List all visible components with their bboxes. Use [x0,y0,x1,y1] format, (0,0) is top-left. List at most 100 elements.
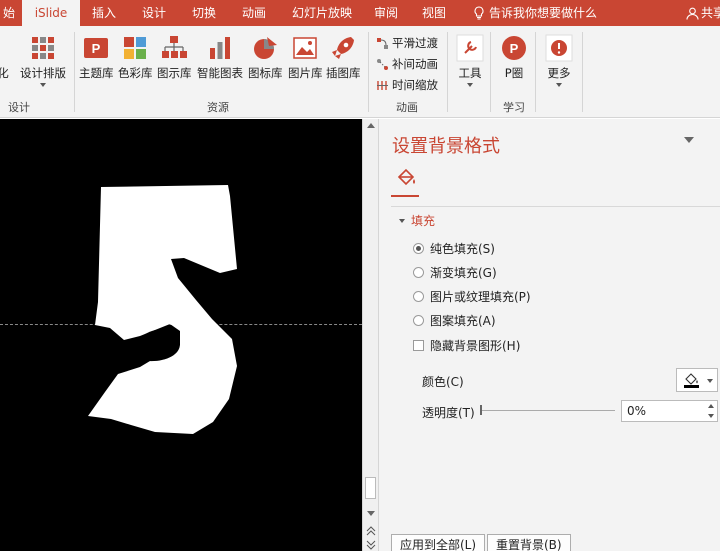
picture-fill-label: 图片或纹理填充(P) [430,290,531,304]
more-label: 更多 [547,66,571,80]
theme-library-button[interactable]: P 主题库 [79,34,114,81]
fill-section-header[interactable]: 填充 [399,212,435,229]
ribbon-separator [535,32,536,112]
layout-icon [0,34,10,62]
ribbon-partial-label: 化 [0,66,9,80]
tween-icon [377,59,388,70]
lightbulb-icon [474,6,484,20]
rocket-icon [332,37,355,59]
design-layout-button[interactable]: 设计排版 [20,34,66,87]
radio-selected-icon [413,243,424,254]
smooth-transition-button[interactable]: 平滑过渡 [376,34,438,52]
pie-icon [254,37,278,59]
scroll-up-icon[interactable] [367,123,375,128]
powerpoint-icon: P [84,38,109,58]
bar-chart-icon [210,37,230,59]
icon-library-button[interactable]: 图标库 [248,34,283,81]
tab-design[interactable]: 设计 [134,0,174,26]
p-circle-button[interactable]: P P圈 [500,34,528,81]
ribbon-partial-button[interactable]: 化 [0,34,10,81]
more-button[interactable]: 更多 [545,34,573,87]
smooth-transition-icon [377,38,388,49]
paint-bucket-icon [684,373,699,388]
tools-icon [456,34,484,62]
scrollbar-thumb[interactable] [365,477,376,499]
apply-to-all-button[interactable]: 应用到全部(L) [391,534,486,551]
ribbon-tab-bar: 始 iSlide 插入 设计 切换 动画 幻灯片放映 审阅 视图 告诉我你想要做… [0,0,720,26]
pattern-fill-radio[interactable]: 图案填充(A) [413,312,496,329]
tab-review[interactable]: 审阅 [366,0,406,26]
slide-canvas[interactable] [0,119,362,551]
next-slide-icon[interactable] [366,540,376,550]
ribbon: 化 设计排版 设计 P 主题库 色彩库 图示库 智能图表 图标库 图片库 插图库 [0,26,720,118]
picture-library-label: 图片库 [288,66,323,80]
group-label-resources: 资源 [207,101,229,114]
previous-slide-icon[interactable] [366,526,376,536]
fill-section-label: 填充 [411,214,436,228]
vertical-scrollbar[interactable] [362,119,378,551]
tab-transitions[interactable]: 切换 [184,0,224,26]
spin-down-icon[interactable] [708,414,714,418]
tween-animation-button[interactable]: 补间动画 [376,55,438,73]
tab-insert[interactable]: 插入 [84,0,124,26]
gradient-fill-label: 渐变填充(G) [430,266,497,280]
picture-fill-radio[interactable]: 图片或纹理填充(P) [413,288,531,305]
chevron-down-icon [467,83,473,87]
gradient-fill-radio[interactable]: 渐变填充(G) [413,264,497,281]
chevron-down-icon [556,83,562,87]
spin-up-icon[interactable] [708,404,714,408]
solid-fill-radio[interactable]: 纯色填充(S) [413,240,495,257]
pane-options-icon[interactable] [684,137,694,143]
ribbon-separator [74,32,75,112]
fill-tab-indicator [391,195,419,197]
tools-label: 工具 [458,66,482,80]
time-scale-icon [377,81,388,90]
scroll-down-icon[interactable] [367,511,375,516]
transparency-slider-handle[interactable] [480,405,482,415]
tab-home[interactable]: 始 [0,0,18,26]
smart-chart-button[interactable]: 智能图表 [197,34,243,81]
share-button[interactable]: 共享 [686,0,720,26]
radio-icon [413,267,424,278]
number-five-shape[interactable] [80,174,250,444]
pane-title: 设置背景格式 [392,136,500,157]
grid-layout-icon [32,37,54,59]
tools-button[interactable]: 工具 [456,34,484,87]
svg-text:P: P [92,41,101,56]
illustration-library-label: 插图库 [326,66,361,80]
pane-divider [391,206,720,207]
group-label-learn: 学习 [503,101,525,114]
paint-bucket-icon[interactable] [395,167,417,189]
diagram-library-button[interactable]: 图示库 [157,34,192,81]
picture-library-button[interactable]: 图片库 [288,34,323,81]
svg-text:P: P [510,41,519,56]
tab-view[interactable]: 视图 [414,0,454,26]
tab-islide[interactable]: iSlide [22,0,80,26]
tell-me-search[interactable]: 告诉我你想要做什么 [472,0,597,26]
tab-animations[interactable]: 动画 [234,0,274,26]
color-library-button[interactable]: 色彩库 [118,34,153,81]
radio-icon [413,291,424,302]
transparency-slider-track[interactable] [481,410,615,411]
ribbon-separator [490,32,491,112]
reset-background-button[interactable]: 重置背景(B) [487,534,571,551]
image-icon [293,37,317,59]
hide-bg-graphics-label: 隐藏背景图形(H) [430,339,521,353]
user-icon [686,7,699,20]
icon-library-label: 图标库 [248,66,283,80]
org-chart-icon [162,36,188,58]
smart-chart-label: 智能图表 [197,66,243,80]
more-icon [545,34,573,62]
design-layout-label: 设计排版 [20,66,66,80]
tab-slideshow[interactable]: 幻灯片放映 [284,0,360,26]
solid-fill-label: 纯色填充(S) [430,242,495,256]
time-scale-button[interactable]: 时间缩放 [376,76,438,94]
hide-bg-graphics-checkbox[interactable]: 隐藏背景图形(H) [413,337,520,354]
color-picker-button[interactable] [676,368,718,392]
pattern-fill-label: 图案填充(A) [430,314,496,328]
ribbon-separator [582,32,583,112]
transparency-spinbox[interactable]: 0% [621,400,718,422]
diagram-library-label: 图示库 [157,66,192,80]
illustration-library-button[interactable]: 插图库 [326,34,361,81]
p-circle-icon: P [502,36,526,60]
